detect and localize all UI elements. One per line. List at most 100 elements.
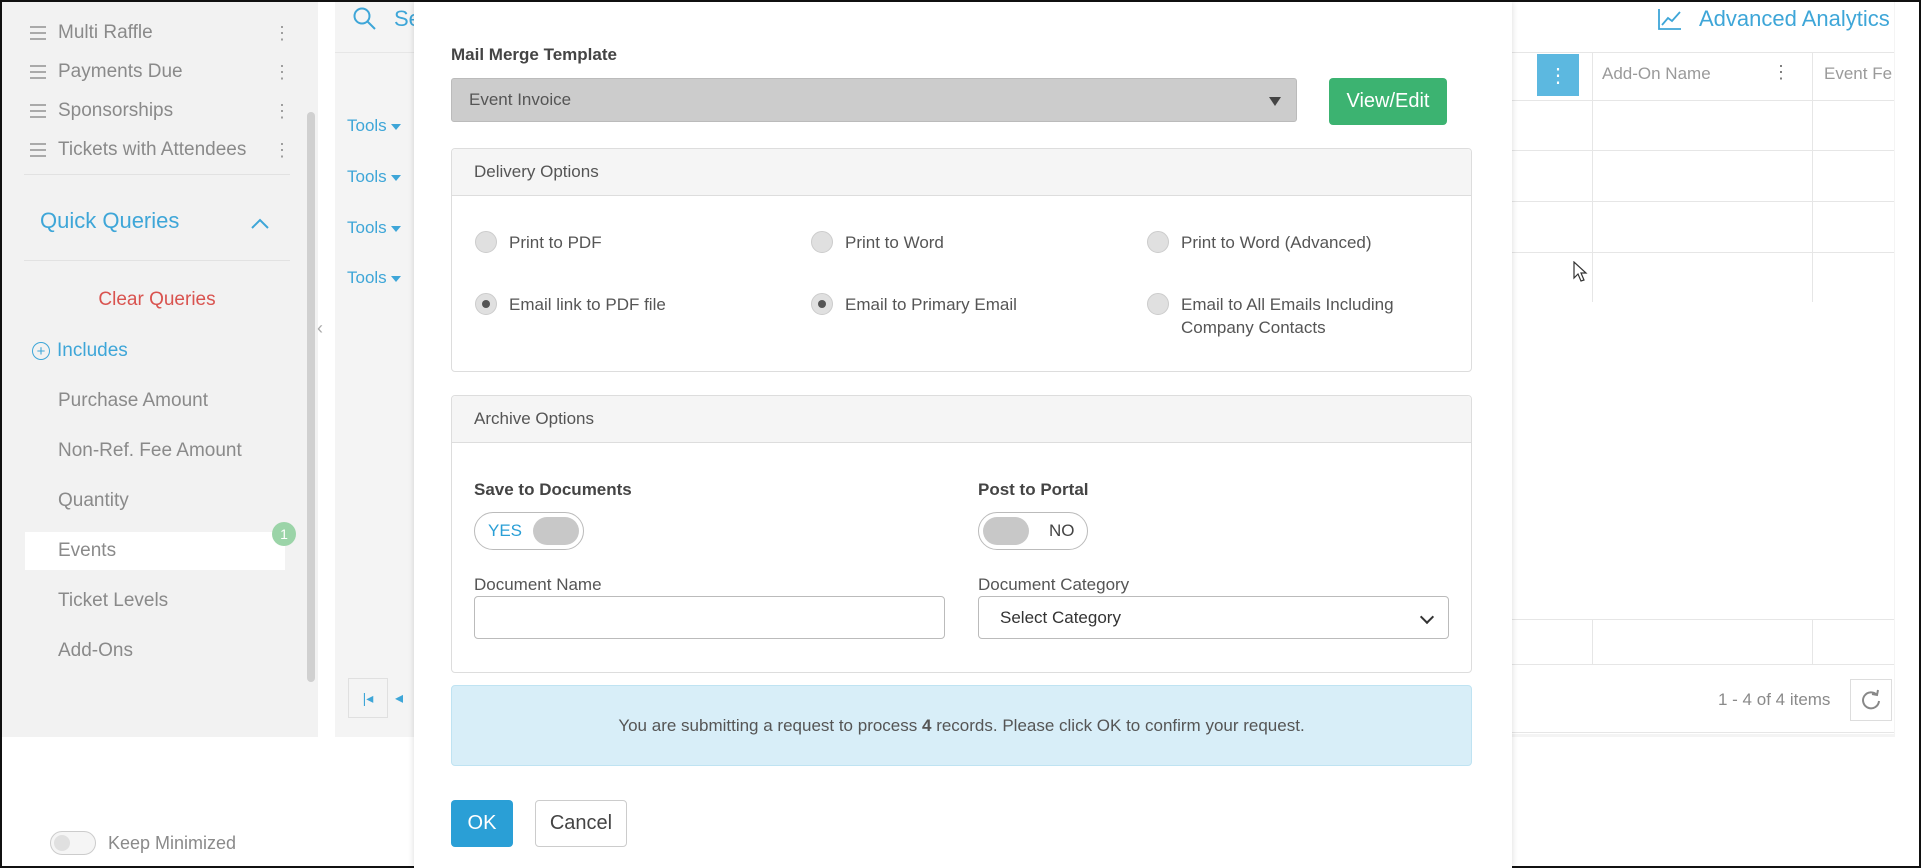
radio-label: Print to Word <box>845 233 944 252</box>
radio-print-to-word[interactable]: Print to Word <box>811 231 944 254</box>
radio-button[interactable] <box>811 293 833 315</box>
events-count-badge: 1 <box>272 522 296 546</box>
mail-merge-template-label: Mail Merge Template <box>451 45 617 64</box>
sidebar: Multi Raffle ⋮ Payments Due ⋮ Sponsorshi… <box>2 2 318 737</box>
radio-label: Email to All Emails Including Company Co… <box>1181 295 1394 337</box>
toggle-knob <box>983 517 1029 545</box>
pager-prev-button[interactable]: ◂ <box>388 678 410 718</box>
view-edit-button[interactable]: View/Edit <box>1329 78 1447 125</box>
confirm-info-box: You are submitting a request to process … <box>451 685 1472 766</box>
divider <box>24 174 290 175</box>
grid-line <box>335 52 415 53</box>
grid-panel <box>1510 2 1894 734</box>
column-header-add-on-name[interactable]: Add-On Name <box>1602 64 1711 84</box>
grid-line <box>1812 52 1813 302</box>
include-item[interactable]: Purchase Amount <box>25 382 285 420</box>
tools-dropdown[interactable]: Tools <box>347 218 401 238</box>
radio-email-all[interactable]: Email to All Emails Including Company Co… <box>1147 293 1407 339</box>
radio-button[interactable] <box>1147 293 1169 315</box>
archive-options-title: Archive Options <box>452 396 1471 443</box>
kebab-menu-icon[interactable]: ⋮ <box>273 62 291 83</box>
saved-query-label: Tickets with Attendees <box>58 139 247 160</box>
save-to-documents-toggle[interactable]: YES <box>474 512 584 550</box>
radio-label: Email to Primary Email <box>845 295 1017 314</box>
saved-query-label: Sponsorships <box>58 100 174 121</box>
mail-merge-template-select[interactable]: Event Invoice <box>451 78 1297 122</box>
saved-query-label: Payments Due <box>58 61 183 82</box>
quick-queries-title[interactable]: Quick Queries <box>40 208 179 234</box>
drag-handle-icon[interactable] <box>30 26 46 40</box>
radio-print-to-pdf[interactable]: Print to PDF <box>475 231 602 254</box>
radio-button[interactable] <box>475 293 497 315</box>
include-item[interactable]: Ticket Levels <box>25 582 285 620</box>
chevron-up-icon[interactable] <box>250 214 270 234</box>
column-header-event-fee[interactable]: Event Fe <box>1824 64 1892 84</box>
kebab-menu-icon[interactable]: ⋮ <box>273 140 291 161</box>
column-menu-button[interactable]: ⋮ <box>1537 54 1579 96</box>
grid-line <box>1812 619 1813 664</box>
drag-handle-icon[interactable] <box>30 65 46 79</box>
document-name-input[interactable] <box>474 596 945 639</box>
grid-line <box>1592 52 1593 302</box>
keep-minimized-label: Keep Minimized <box>108 832 237 853</box>
toggle-switch[interactable] <box>50 831 96 855</box>
include-item[interactable]: Quantity <box>25 482 285 520</box>
drag-handle-icon[interactable] <box>30 104 46 118</box>
document-name-label: Document Name <box>474 575 602 594</box>
tools-dropdown[interactable]: Tools <box>347 116 401 136</box>
radio-print-to-word-advanced[interactable]: Print to Word (Advanced) <box>1147 231 1372 254</box>
includes-toggle[interactable]: + Includes <box>32 340 128 362</box>
grid-line <box>1510 150 1894 151</box>
radio-label: Print to Word (Advanced) <box>1181 233 1372 252</box>
radio-email-primary[interactable]: Email to Primary Email <box>811 293 1017 316</box>
include-item[interactable]: Non-Ref. Fee Amount <box>25 432 285 470</box>
sidebar-scrollbar[interactable] <box>307 112 315 682</box>
tools-dropdown[interactable]: Tools <box>347 167 401 187</box>
kebab-menu-icon[interactable]: ⋮ <box>1772 62 1790 83</box>
saved-query-item[interactable]: Sponsorships ⋮ <box>30 93 291 129</box>
saved-query-item[interactable]: Tickets with Attendees ⋮ <box>30 132 291 168</box>
grid-line <box>1510 100 1894 101</box>
toggle-text: YES <box>488 521 523 540</box>
document-category-select[interactable]: Select Category <box>978 596 1449 639</box>
save-to-documents-label: Save to Documents <box>474 480 632 499</box>
kebab-menu-icon[interactable]: ⋮ <box>273 23 291 44</box>
document-category-label: Document Category <box>978 575 1130 594</box>
radio-button[interactable] <box>475 231 497 253</box>
radio-button[interactable] <box>811 231 833 253</box>
include-item-events[interactable]: Events <box>25 532 285 570</box>
kebab-menu-icon[interactable]: ⋮ <box>273 101 291 122</box>
grid-line <box>1592 619 1593 664</box>
keep-minimized-toggle[interactable]: Keep Minimized <box>50 831 236 855</box>
advanced-analytics-label: Advanced Analytics <box>1699 6 1890 31</box>
tools-dropdown[interactable]: Tools <box>347 268 401 288</box>
pager-first-button[interactable]: |◂ <box>348 678 388 718</box>
delivery-options-title: Delivery Options <box>452 149 1471 196</box>
toggle-knob <box>533 517 579 545</box>
info-record-count: 4 <box>922 715 932 735</box>
post-to-portal-toggle[interactable]: NO <box>978 512 1088 550</box>
refresh-button[interactable] <box>1850 679 1892 721</box>
radio-email-link-pdf[interactable]: Email link to PDF file <box>475 293 666 316</box>
grid-line <box>1510 664 1894 665</box>
clear-queries-link[interactable]: Clear Queries <box>2 289 312 311</box>
drag-handle-icon[interactable] <box>30 143 46 157</box>
saved-query-item[interactable]: Multi Raffle ⋮ <box>30 15 291 51</box>
grid-line <box>1510 201 1894 202</box>
advanced-analytics-link[interactable]: Advanced Analytics <box>1657 6 1890 32</box>
info-text-prefix: You are submitting a request to process <box>618 715 922 735</box>
post-to-portal-label: Post to Portal <box>978 480 1089 499</box>
search-icon[interactable] <box>352 6 378 32</box>
ok-button[interactable]: OK <box>451 800 513 847</box>
saved-query-item[interactable]: Payments Due ⋮ <box>30 54 291 90</box>
mouse-cursor-icon <box>1573 261 1588 282</box>
include-item[interactable]: Add-Ons <box>25 632 285 670</box>
cancel-button[interactable]: Cancel <box>535 800 627 847</box>
includes-label: Includes <box>57 340 128 361</box>
radio-button[interactable] <box>1147 231 1169 253</box>
refresh-icon <box>1862 689 1880 710</box>
saved-query-label: Multi Raffle <box>58 22 153 43</box>
info-text-suffix: records. Please click OK to confirm your… <box>931 715 1305 735</box>
radio-label: Email link to PDF file <box>509 295 666 314</box>
collapse-sidebar-icon[interactable]: ‹ <box>317 318 323 339</box>
